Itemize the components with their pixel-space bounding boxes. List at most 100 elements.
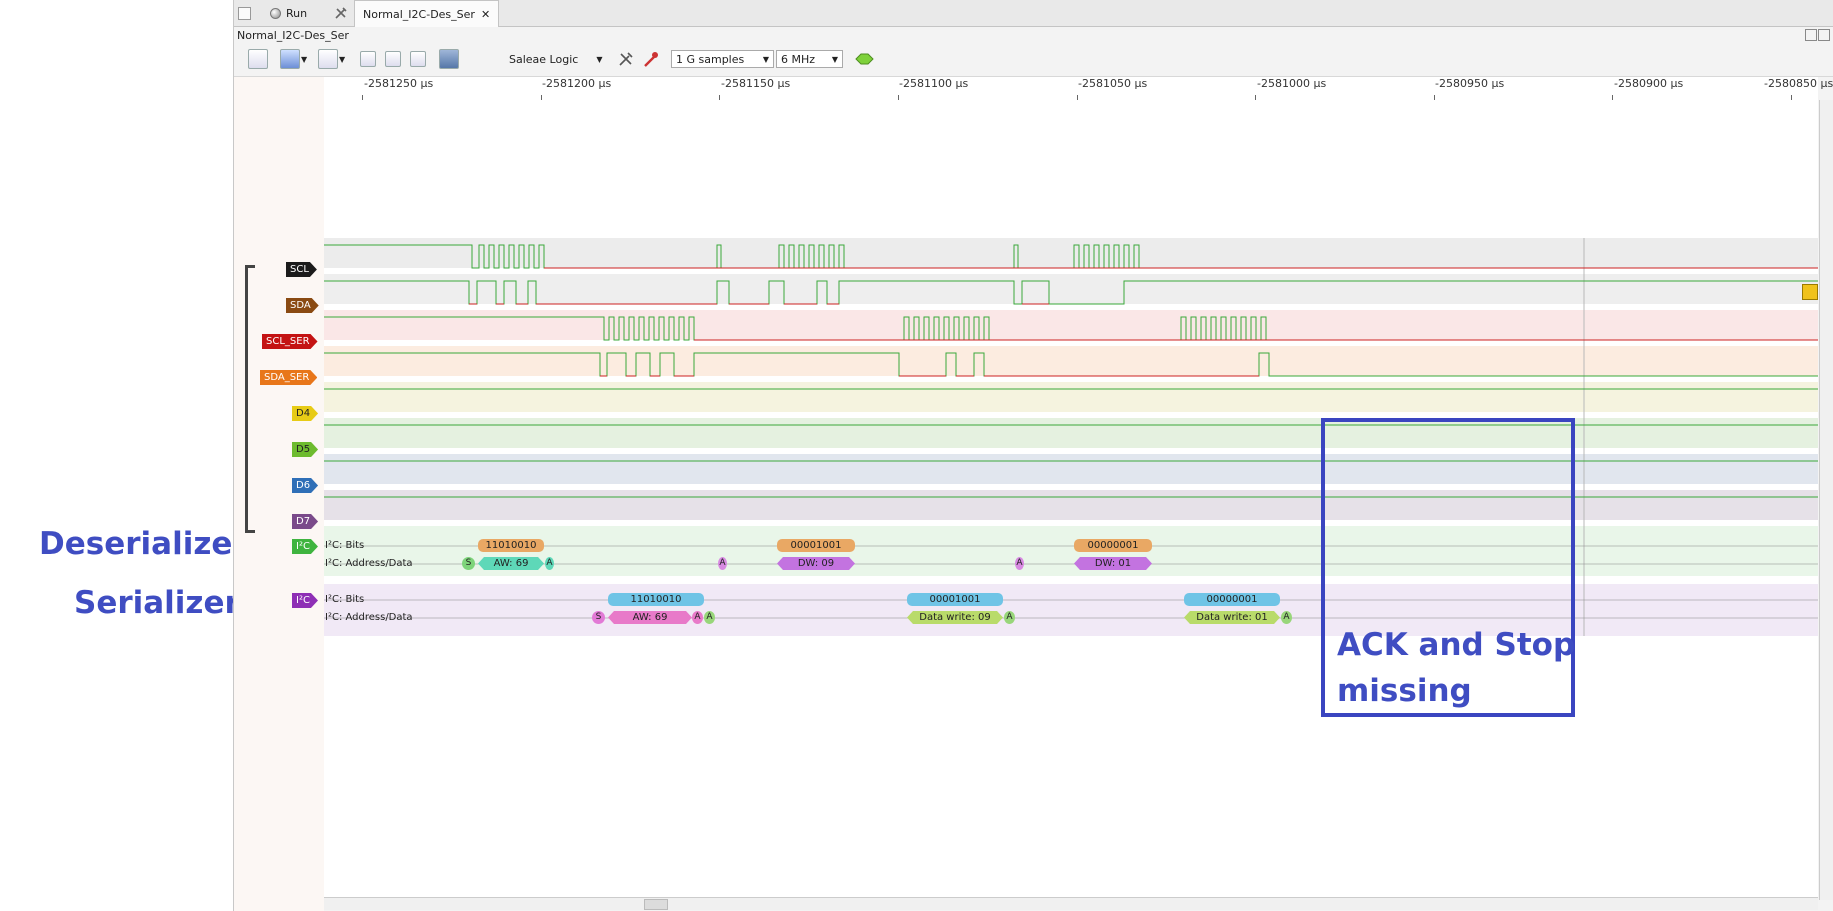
- analyzer1-frame-label[interactable]: DW: 09: [777, 557, 855, 570]
- cursor-button[interactable]: [439, 49, 459, 69]
- analyzer2-bits-label[interactable]: 11010010: [608, 593, 704, 606]
- d6-lane-bg: [324, 454, 1818, 484]
- channel-label-scl-ser[interactable]: SCL_SER: [262, 334, 318, 349]
- zoom-fit-button[interactable]: [410, 49, 426, 69]
- analyzer1-bits-label[interactable]: 00001001: [777, 539, 855, 552]
- start-marker[interactable]: S: [462, 557, 475, 570]
- time-tick: -2580900 µs: [1614, 77, 1684, 90]
- ack-marker[interactable]: A: [718, 557, 727, 570]
- start-capture-icon: [855, 53, 874, 65]
- analyzer2-frame-label[interactable]: Data write: 01: [1184, 611, 1280, 624]
- ack-marker[interactable]: A: [692, 611, 703, 624]
- run-tab[interactable]: Run: [270, 0, 307, 26]
- scl-lane-bg: [324, 238, 1818, 268]
- close-tab-icon[interactable]: ✕: [481, 8, 490, 21]
- analyzer1-frames-row-label[interactable]: I²C: Address/Data: [325, 558, 413, 569]
- restore-icon[interactable]: [1818, 29, 1830, 41]
- zoom-out-button[interactable]: [385, 49, 401, 69]
- folder-icon: [280, 49, 300, 69]
- sda-lane-bg: [324, 274, 1818, 304]
- zoom-out-icon: [385, 51, 401, 67]
- time-tick: -2580850 µs: [1764, 77, 1833, 90]
- start-marker[interactable]: S: [592, 611, 605, 624]
- ack-marker[interactable]: A: [704, 611, 715, 624]
- vertical-scrollbar[interactable]: [1819, 100, 1833, 900]
- ack-marker[interactable]: A: [1004, 611, 1015, 624]
- logic-analyzer-window: Run Normal_I2C-Des_Ser ✕ Normal_I2C-Des_…: [233, 0, 1833, 911]
- settings-button[interactable]: [617, 49, 635, 69]
- deserializer-label: Deserializer: [39, 526, 248, 562]
- trigger-marker-icon[interactable]: [1802, 284, 1818, 300]
- sample-rate-value: 6 MHz: [781, 53, 816, 66]
- document-title-row: Normal_I2C-Des_Ser: [234, 27, 1833, 44]
- zoom-in-button[interactable]: [360, 49, 376, 69]
- time-tick: -2580950 µs: [1435, 77, 1505, 90]
- document-tab[interactable]: Normal_I2C-Des_Ser ✕: [354, 0, 500, 27]
- sample-rate-select[interactable]: 6 MHz ▼: [776, 50, 843, 68]
- d5-lane-bg: [324, 418, 1818, 448]
- export-icon: [318, 49, 338, 69]
- new-button[interactable]: [248, 49, 268, 69]
- tab-bar: Run Normal_I2C-Des_Ser ✕: [234, 0, 1833, 27]
- tools-tab[interactable]: [330, 0, 352, 26]
- tools-icon: [335, 7, 347, 19]
- sample-count-select[interactable]: 1 G samples ▼: [671, 50, 774, 68]
- time-tick: -2581200 µs: [542, 77, 612, 90]
- time-ruler: -2581250 µs -2581200 µs -2581150 µs -258…: [324, 77, 1833, 101]
- analyzer1-frame-label[interactable]: AW: 69: [478, 557, 544, 570]
- new-file-icon: [248, 49, 268, 69]
- open-dropdown[interactable]: ▼: [301, 49, 307, 69]
- analyzer2-frame-label[interactable]: Data write: 09: [907, 611, 1003, 624]
- analyzer2-bits-row-label: I²C: Bits: [325, 594, 365, 605]
- channel-label-sda-ser[interactable]: SDA_SER: [260, 370, 317, 385]
- analyzer1-frame-label[interactable]: DW: 01: [1074, 557, 1152, 570]
- channel-label-sda[interactable]: SDA: [286, 298, 319, 313]
- chevron-down-icon: ▼: [762, 55, 769, 64]
- document-tab-label: Normal_I2C-Des_Ser: [363, 7, 475, 21]
- start-button[interactable]: [854, 49, 876, 69]
- channel-group-bracket: [245, 265, 255, 533]
- time-tick: -2581100 µs: [899, 77, 969, 90]
- maximize-icon[interactable]: [1805, 29, 1817, 41]
- annotation-line-1: ACK and Stop: [1337, 627, 1576, 663]
- waveform-area[interactable]: 11010010 00001001 00000001 S AW: 69 A A …: [324, 100, 1818, 900]
- record-icon: [270, 7, 281, 19]
- chevron-down-icon: ▼: [301, 54, 308, 64]
- toolbar: ▼ ▼ Saleae Logic ▼ 1 G samples ▼ 6 MHz ▼: [234, 44, 1833, 77]
- time-tick: -2581050 µs: [1078, 77, 1148, 90]
- square-icon: [238, 6, 251, 20]
- horizontal-scrollbar[interactable]: [324, 897, 1818, 910]
- d4-lane-bg: [324, 382, 1818, 412]
- time-tick: -2581000 µs: [1257, 77, 1327, 90]
- analyzer2-bits-label[interactable]: 00000001: [1184, 593, 1280, 606]
- export-button[interactable]: [318, 49, 338, 69]
- cursor-icon: [439, 49, 459, 69]
- analyzer1-bits-row-label: I²C: Bits: [325, 540, 365, 551]
- ack-marker[interactable]: A: [545, 557, 554, 570]
- run-tab-label: Run: [286, 6, 308, 20]
- device-select[interactable]: Saleae Logic ▼: [509, 49, 602, 69]
- chevron-down-icon: ▼: [596, 54, 603, 64]
- missing-ack-annotation: ACK and Stop missing: [1337, 622, 1575, 714]
- trigger-button[interactable]: [642, 49, 660, 69]
- probe-icon: [644, 52, 658, 67]
- scroll-thumb[interactable]: [644, 899, 668, 910]
- d7-lane-bg: [324, 490, 1818, 520]
- analyzer1-bits-label[interactable]: 11010010: [478, 539, 544, 552]
- chevron-down-icon: ▼: [831, 55, 838, 64]
- analyzer2-frame-label[interactable]: AW: 69: [608, 611, 692, 624]
- annotation-line-2: missing: [1337, 673, 1472, 709]
- export-dropdown[interactable]: ▼: [339, 49, 345, 69]
- zoom-fit-icon: [410, 51, 426, 67]
- sda-ser-lane-bg: [324, 346, 1818, 376]
- ack-marker[interactable]: A: [1281, 611, 1292, 624]
- analyzer2-frames-row-label[interactable]: I²C: Address/Data: [325, 612, 413, 623]
- document-title: Normal_I2C-Des_Ser: [237, 29, 349, 42]
- waveform-canvas: [324, 238, 1818, 636]
- tab-menu[interactable]: [238, 0, 251, 26]
- analyzer1-bits-label[interactable]: 00000001: [1074, 539, 1152, 552]
- analyzer2-lane-bg: [324, 584, 1818, 636]
- open-button[interactable]: [280, 49, 300, 69]
- ack-marker[interactable]: A: [1015, 557, 1024, 570]
- analyzer2-bits-label[interactable]: 00001001: [907, 593, 1003, 606]
